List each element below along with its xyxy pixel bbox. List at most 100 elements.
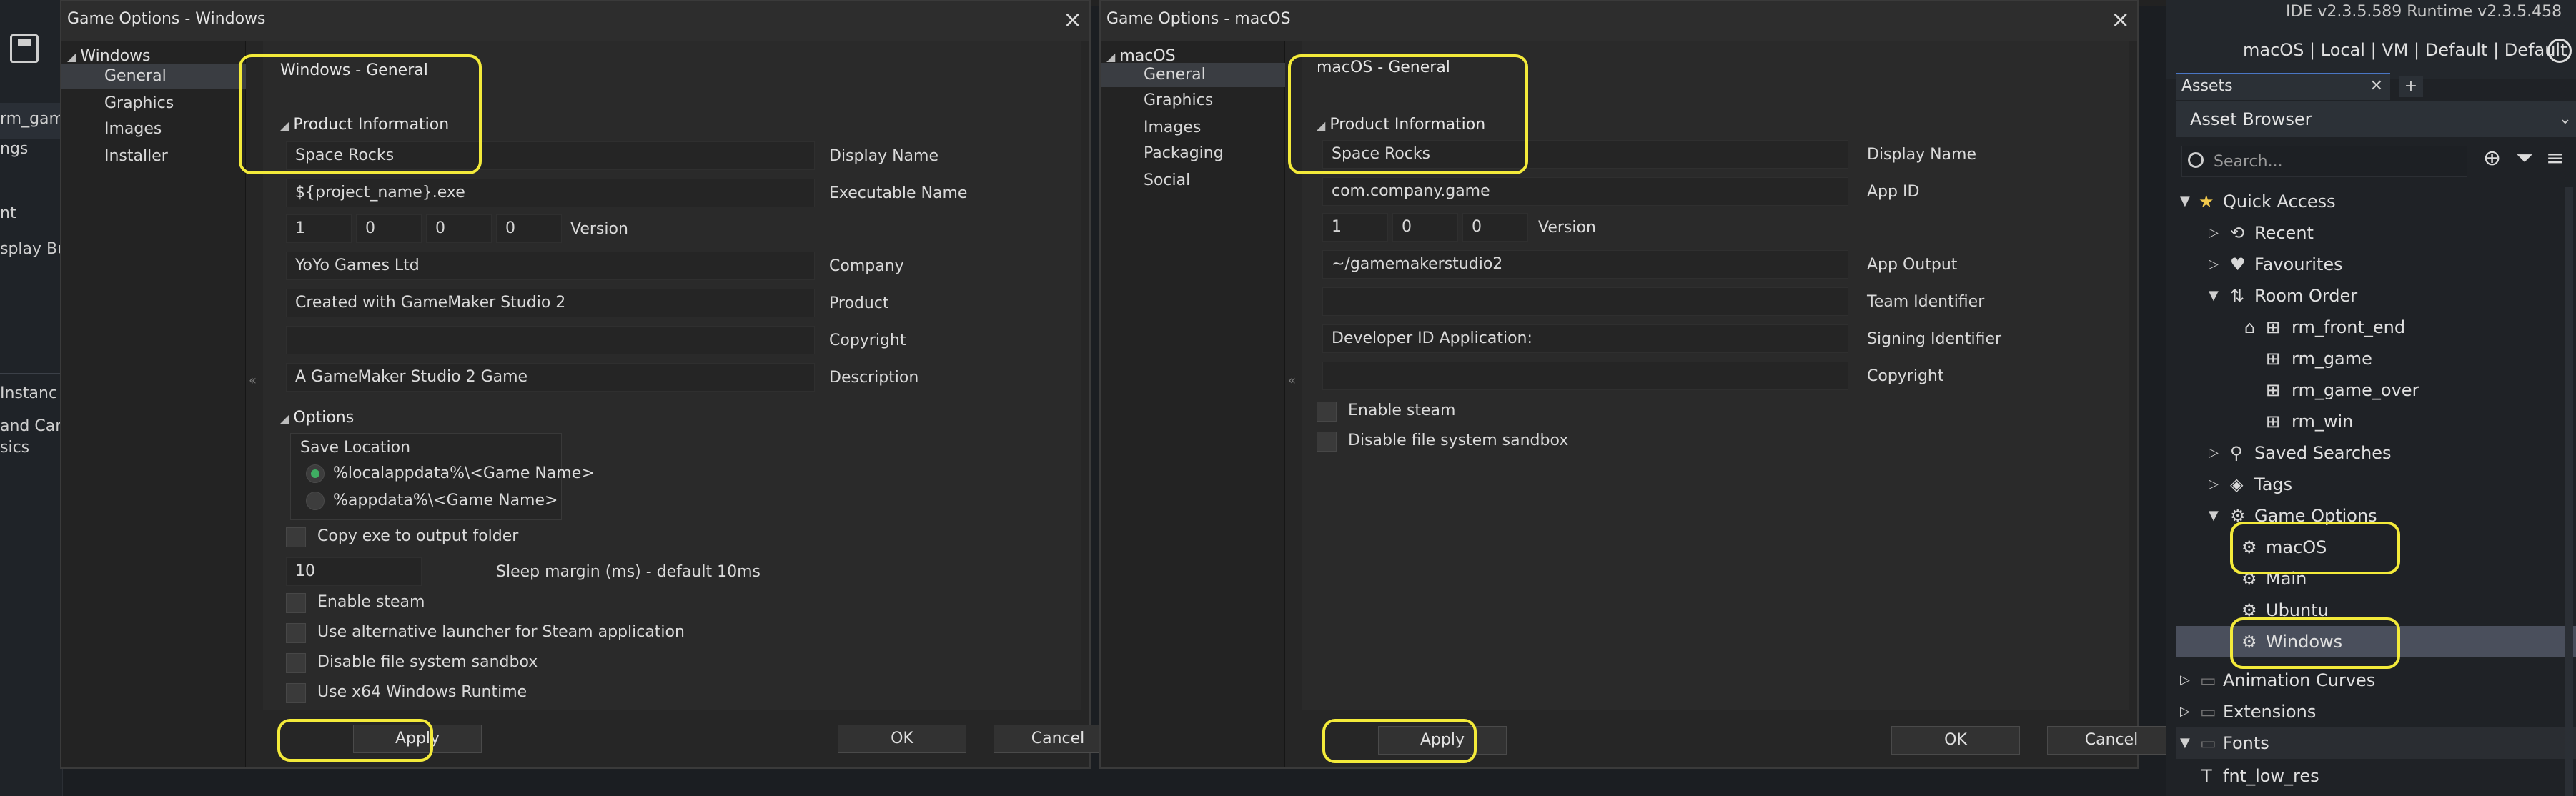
field-label: App Output [1867,256,1958,274]
divider [0,373,63,374]
tree-game-option-windows[interactable]: ⚙ Windows [2176,626,2576,657]
app-output-field[interactable]: ~/gamemakerstudio2 [1322,250,1848,279]
options-nav: ◢ Windows General Graphics Images Install… [61,41,246,767]
close-tab-icon[interactable]: ✕ [2370,74,2383,99]
disable-sandbox-checkbox[interactable] [286,653,306,673]
version-revision-field[interactable]: 0 [496,214,562,243]
company-field[interactable]: YoYo Games Ltd [286,252,815,280]
nav-item-general[interactable]: General [61,64,246,89]
add-tab-icon[interactable]: + [2399,76,2423,97]
filter-icon[interactable]: ⏷ [2516,146,2533,171]
product-info-heading[interactable]: ◢ Product Information [280,116,449,134]
ok-button[interactable]: OK [838,725,966,753]
team-identifier-field[interactable] [1322,287,1848,316]
sleep-margin-field[interactable]: 10 [286,557,422,586]
copyright-field[interactable] [1322,362,1848,390]
x64-runtime-checkbox[interactable] [286,683,306,703]
tree-quick-access[interactable]: ▼ ★ Quick Access [2176,186,2576,217]
tree-room[interactable]: ⊞ rm_game_over [2176,374,2576,406]
tree-room[interactable]: ⊞ rm_game [2176,343,2576,374]
executable-name-field[interactable]: ${project_name}.exe [286,179,815,207]
tree-recent[interactable]: ▷ ⟲ Recent [2176,217,2576,249]
apply-button[interactable]: Apply [353,725,482,753]
product-field[interactable]: Created with GameMaker Studio 2 [286,289,815,317]
expand-triangle-icon: ◢ [1317,119,1326,132]
chevron-down-icon[interactable]: ⌄ [2559,101,2572,137]
tree-fonts[interactable]: ▼ ▭ Fonts [2176,727,2576,759]
signing-identifier-field[interactable]: Developer ID Application: [1322,324,1848,353]
tree-label: rm_front_end [2292,317,2406,337]
tree-saved-searches[interactable]: ▷ ⚲ Saved Searches [2176,437,2576,469]
version-build-field[interactable]: 0 [426,214,492,243]
search-input[interactable] [2214,151,2457,172]
history-icon: ⟲ [2230,223,2245,243]
tree-tags[interactable]: ▷ ◈ Tags [2176,469,2576,500]
version-minor-field[interactable]: 0 [356,214,422,243]
assets-tab[interactable]: Assets ✕ [2176,73,2390,100]
asset-browser-header[interactable]: Asset Browser ⌄ [2176,101,2576,137]
caret-right-icon: ▷ [2209,477,2219,492]
save-location-radio-localappdata[interactable] [306,464,325,483]
close-icon[interactable]: × [2111,6,2130,33]
version-major-field[interactable]: 1 [286,214,352,243]
enable-steam-checkbox[interactable] [286,593,306,613]
tree-favourites[interactable]: ▷ ♥ Favourites [2176,249,2576,280]
close-icon[interactable]: × [1063,6,1082,33]
version-label: Version [1538,219,1596,237]
scrollbar[interactable] [2565,187,2573,796]
tree-animation-curves[interactable]: ▷ ▭ Animation Curves [2176,665,2576,696]
save-location-radio-appdata[interactable] [306,492,325,510]
create-asset-icon[interactable]: ⊕ [2483,146,2501,171]
app-id-field[interactable]: com.company.game [1322,177,1848,206]
version-build-field[interactable]: 0 [1462,213,1528,242]
cancel-button[interactable]: Cancel [2047,726,2176,755]
version-minor-field[interactable]: 0 [1392,213,1458,242]
target-selector[interactable]: macOS | Local | VM | Default | Default [2243,40,2567,60]
caret-down-icon: ▼ [2209,508,2219,523]
asset-search[interactable] [2181,146,2467,177]
copyright-field[interactable] [286,326,815,354]
nav-item-packaging[interactable]: Packaging [1101,141,1285,166]
version-major-field[interactable]: 1 [1322,213,1388,242]
tree-game-option-ubuntu[interactable]: ⚙ Ubuntu [2176,594,2576,626]
tree-extensions[interactable]: ▷ ▭ Extensions [2176,696,2576,727]
options-heading[interactable]: ◢ Options [280,409,354,427]
target-gear-icon[interactable] [2547,39,2572,63]
enable-steam-checkbox[interactable] [1317,402,1337,422]
nav-item-graphics[interactable]: Graphics [1101,89,1285,113]
tree-label: rm_game_over [2292,380,2419,400]
nav-item-installer[interactable]: Installer [61,144,246,169]
disable-sandbox-checkbox[interactable] [1317,432,1337,452]
display-name-field[interactable]: Space Rocks [1322,140,1848,169]
menu-icon[interactable]: ≡ [2546,146,2564,171]
description-field[interactable]: A GameMaker Studio 2 Game [286,363,815,392]
tree-label: Ubuntu [2266,600,2329,620]
apply-button[interactable]: Apply [1378,726,1507,755]
caret-right-icon: ▷ [2209,225,2219,240]
tree-font-asset[interactable]: Tfnt_low_res [2176,760,2576,792]
tree-room[interactable]: ⊞ rm_win [2176,406,2576,437]
tree-game-options[interactable]: ▼ ⚙ Game Options [2176,500,2576,532]
ok-button[interactable]: OK [1891,726,2020,755]
version-label: Version [570,220,628,238]
nav-item-general[interactable]: General [1101,63,1285,87]
tree-game-option-main[interactable]: ⚙ Main [2176,563,2576,594]
collapse-handle-icon[interactable]: « [1288,373,1296,388]
nav-item-images[interactable]: Images [61,117,246,141]
tree-room[interactable]: ⌂ ⊞ rm_front_end [2176,312,2576,343]
nav-item-social[interactable]: Social [1101,169,1285,193]
product-info-heading[interactable]: ◢ Product Information [1317,116,1485,134]
copy-exe-checkbox[interactable] [286,527,306,547]
collapse-handle-icon[interactable]: « [249,373,257,388]
nav-item-images[interactable]: Images [1101,116,1285,140]
tree-label: rm_game [2292,349,2372,369]
tree-room-order[interactable]: ▼ ⇅ Room Order [2176,280,2576,312]
nav-root-windows[interactable]: ◢ Windows [67,47,151,65]
field-label: Executable Name [829,184,968,202]
tree-label: Fonts [2223,733,2269,753]
nav-item-graphics[interactable]: Graphics [61,91,246,116]
display-name-field[interactable]: Space Rocks [286,141,815,170]
steam-launcher-checkbox[interactable] [286,623,306,643]
tree-game-option-macos[interactable]: ⚙ macOS [2176,532,2576,563]
save-icon[interactable] [10,34,39,63]
